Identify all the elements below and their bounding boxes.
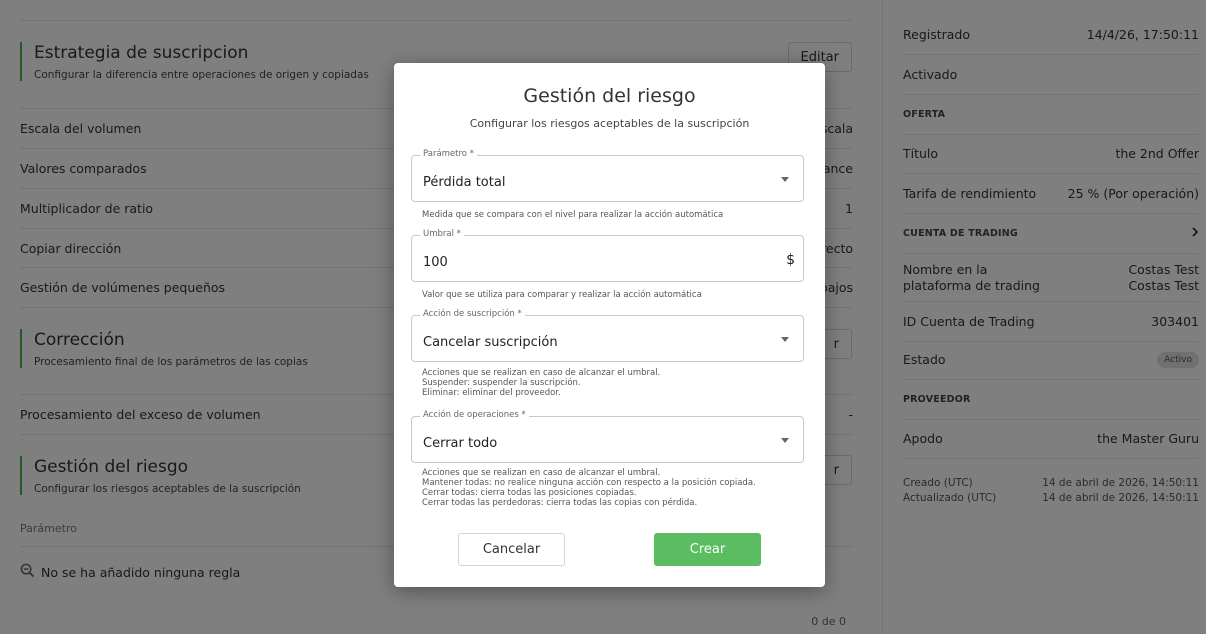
help-line: Eliminar: eliminar del proveedor. <box>422 388 561 398</box>
help-line: Acciones que se realizan en caso de alca… <box>422 468 661 478</box>
parameter-select[interactable]: Parámetro * Pérdida total <box>411 149 804 202</box>
trade-action-select[interactable]: Acción de operaciones * Cerrar todo <box>411 410 804 463</box>
caret-down-icon <box>781 177 789 182</box>
help-line: Suspender: suspender la suscripción. <box>422 378 581 388</box>
subscription-action-select[interactable]: Acción de suscripción * Cancelar suscrip… <box>411 309 804 362</box>
parameter-help: Medida que se compara con el nivel para … <box>422 210 724 220</box>
risk-management-dialog: Gestión del riesgo Configurar los riesgo… <box>394 63 825 587</box>
subscription-action-help: Acciones que se realizan en caso de alca… <box>422 368 660 398</box>
help-line: Acciones que se realizan en caso de alca… <box>422 368 661 378</box>
field-value: Pérdida total <box>423 175 506 190</box>
threshold-help: Valor que se utiliza para comparar y rea… <box>422 290 702 300</box>
field-label: Parámetro * <box>420 149 477 159</box>
trade-action-help: Acciones que se realizan en caso de alca… <box>422 468 756 508</box>
dialog-subtitle: Configurar los riesgos aceptables de la … <box>469 117 750 130</box>
field-label: Acción de suscripción * <box>420 309 525 319</box>
caret-down-icon <box>781 438 789 443</box>
help-line: Mantener todas: no realice ninguna acció… <box>422 478 756 488</box>
field-value: Cancelar suscripción <box>423 335 558 350</box>
field-value: 100 <box>423 255 448 270</box>
field-label: Acción de operaciones * <box>420 410 529 420</box>
field-value: Cerrar todo <box>423 436 498 451</box>
threshold-input[interactable]: Umbral * 100 $ <box>411 229 804 282</box>
help-line: Cerrar todas las perdedoras: cierra toda… <box>422 498 698 508</box>
currency-suffix: $ <box>786 252 795 268</box>
field-label: Umbral * <box>420 229 464 239</box>
help-line: Cerrar todas: cierra todas las posicione… <box>422 488 637 498</box>
caret-down-icon <box>781 337 789 342</box>
create-button[interactable]: Crear <box>654 533 761 566</box>
cancel-button[interactable]: Cancelar <box>458 533 565 566</box>
dialog-title: Gestión del riesgo <box>523 85 696 107</box>
